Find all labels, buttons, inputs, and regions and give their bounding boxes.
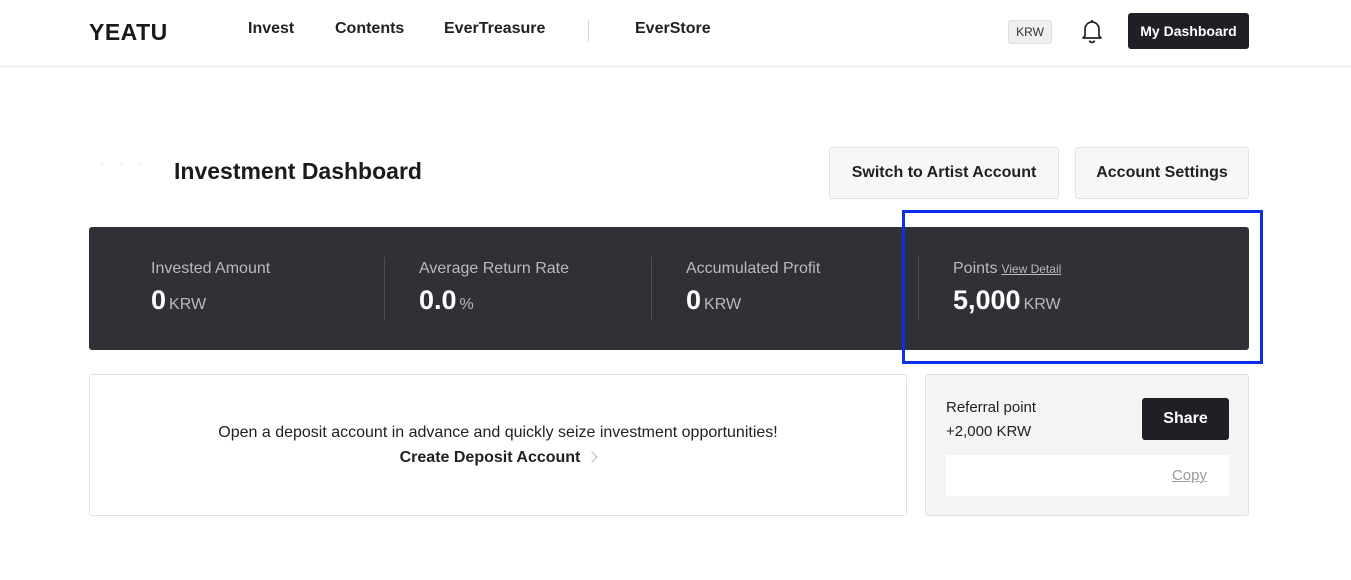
referral-amount: +2,000 KRW [946, 423, 1032, 440]
top-header: YEATU Invest Contents EverTreasure EverS… [0, 0, 1351, 67]
stat-number: 0 [151, 285, 167, 315]
bell-icon[interactable] [1080, 18, 1104, 44]
nav-everstore[interactable]: EverStore [635, 20, 711, 38]
currency-selector[interactable]: KRW [1008, 20, 1052, 44]
create-deposit-label: Create Deposit Account [399, 449, 581, 466]
stat-number: 0.0 [419, 285, 457, 315]
stat-divider [384, 257, 385, 320]
deposit-message: Open a deposit account in advance and qu… [218, 424, 778, 441]
referral-title: Referral point [946, 399, 1037, 416]
stat-unit: KRW [704, 296, 742, 313]
stat-unit: KRW [169, 296, 207, 313]
copy-link[interactable]: Copy [1172, 467, 1207, 484]
stat-label: Average Return Rate [419, 260, 570, 277]
page-title: Investment Dashboard [174, 158, 422, 184]
my-dashboard-button[interactable]: My Dashboard [1128, 13, 1249, 49]
referral-link-field[interactable]: Copy [946, 455, 1229, 496]
stat-label: Accumulated Profit [686, 260, 821, 277]
create-deposit-account-link[interactable]: Create Deposit Account [90, 449, 906, 467]
highlight-box [902, 210, 1263, 364]
share-button[interactable]: Share [1142, 398, 1229, 440]
stat-unit: % [459, 296, 474, 313]
decorative-dots: ··· [100, 158, 158, 169]
switch-to-artist-button[interactable]: Switch to Artist Account [829, 147, 1059, 199]
deposit-card: Open a deposit account in advance and qu… [89, 374, 907, 516]
chevron-right-icon [586, 451, 599, 463]
stat-value: 0 KRW [686, 285, 741, 316]
stat-value: 0 KRW [151, 285, 206, 316]
nav-contents[interactable]: Contents [335, 20, 404, 38]
logo[interactable]: YEATU [89, 19, 168, 46]
nav-divider [588, 20, 589, 42]
nav-evertreasure[interactable]: EverTreasure [444, 20, 545, 38]
nav-invest[interactable]: Invest [248, 20, 294, 38]
stat-value: 0.0% [419, 285, 474, 316]
stat-label: Invested Amount [151, 260, 271, 277]
stat-divider [651, 257, 652, 320]
account-settings-button[interactable]: Account Settings [1075, 147, 1249, 199]
stat-number: 0 [686, 285, 702, 315]
referral-card: Referral point +2,000 KRW Share Copy [925, 374, 1249, 516]
